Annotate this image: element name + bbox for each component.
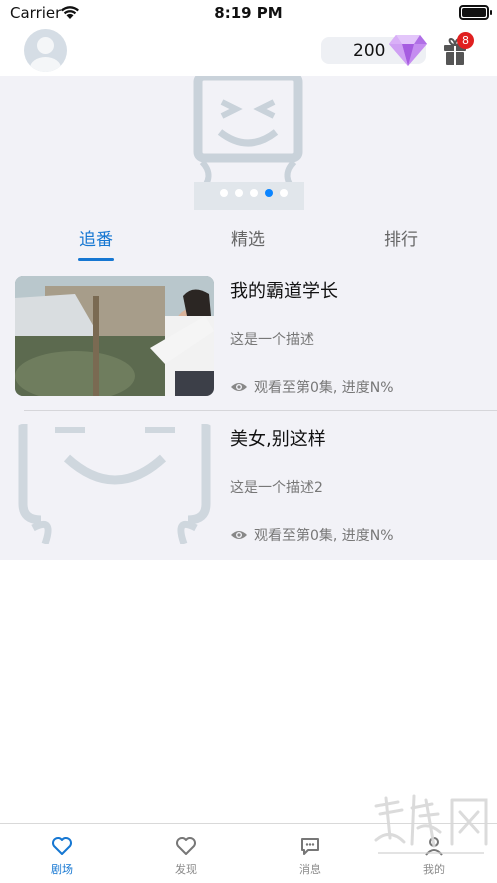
battery-icon bbox=[459, 5, 492, 20]
coin-count: 200 bbox=[353, 41, 386, 61]
tabbar-item-messages[interactable]: 消息 bbox=[270, 836, 350, 877]
list-item[interactable]: 我的霸道学长 这是一个描述 观看至第0集, 进度N% bbox=[0, 265, 497, 413]
clock: 8:19 PM bbox=[214, 4, 283, 22]
carousel-dot[interactable] bbox=[220, 189, 228, 197]
banner-carousel[interactable] bbox=[0, 76, 497, 210]
tabbar-label: 发现 bbox=[175, 863, 197, 876]
watch-progress: 观看至第0集, 进度N% bbox=[230, 377, 394, 397]
message-icon bbox=[301, 838, 319, 855]
drama-title: 美女,别这样 bbox=[230, 429, 326, 450]
drama-description: 这是一个描述2 bbox=[230, 480, 323, 496]
progress-text: 观看至第0集, 进度N% bbox=[254, 528, 394, 544]
header: 200 8 bbox=[0, 26, 497, 76]
tabbar-item-theater[interactable]: 剧场 bbox=[22, 836, 102, 877]
active-tab-indicator bbox=[78, 258, 114, 261]
heart-icon bbox=[176, 837, 196, 855]
watermark-logo bbox=[374, 794, 488, 854]
avatar[interactable] bbox=[24, 29, 67, 72]
tab-bar-top: 追番 精选 排行 bbox=[0, 210, 497, 265]
tabbar-item-discover[interactable]: 发现 bbox=[146, 836, 226, 877]
eye-icon bbox=[231, 383, 247, 391]
status-bar: Carrier 8:19 PM bbox=[0, 0, 497, 26]
tabbar-label: 剧场 bbox=[51, 863, 73, 876]
drama-description: 这是一个描述 bbox=[230, 332, 314, 348]
diamond-icon[interactable] bbox=[388, 33, 428, 67]
eye-icon bbox=[231, 531, 247, 539]
drama-title: 我的霸道学长 bbox=[230, 281, 338, 302]
carousel-dot[interactable] bbox=[250, 189, 258, 197]
progress-text: 观看至第0集, 进度N% bbox=[254, 380, 394, 396]
drama-thumbnail-placeholder bbox=[15, 424, 214, 544]
drama-thumbnail bbox=[15, 276, 214, 396]
carousel-dots bbox=[220, 189, 288, 199]
watch-progress: 观看至第0集, 进度N% bbox=[230, 525, 394, 545]
divider bbox=[24, 410, 497, 411]
tab-ranking[interactable]: 排行 bbox=[351, 225, 451, 250]
tabbar-label: 消息 bbox=[299, 863, 321, 876]
carousel-dot[interactable] bbox=[235, 189, 243, 197]
heart-icon bbox=[52, 837, 72, 855]
drama-list: 我的霸道学长 这是一个描述 观看至第0集, 进度N% 美女,别这样 这是一个描述… bbox=[0, 265, 497, 560]
carousel-dot[interactable] bbox=[280, 189, 288, 197]
carousel-dot[interactable] bbox=[265, 189, 273, 197]
tab-following[interactable]: 追番 bbox=[46, 225, 146, 250]
gift-badge: 8 bbox=[457, 32, 474, 49]
tab-featured[interactable]: 精选 bbox=[198, 225, 298, 250]
battery-level bbox=[462, 8, 486, 17]
list-item[interactable]: 美女,别这样 这是一个描述2 观看至第0集, 进度N% bbox=[0, 413, 497, 561]
